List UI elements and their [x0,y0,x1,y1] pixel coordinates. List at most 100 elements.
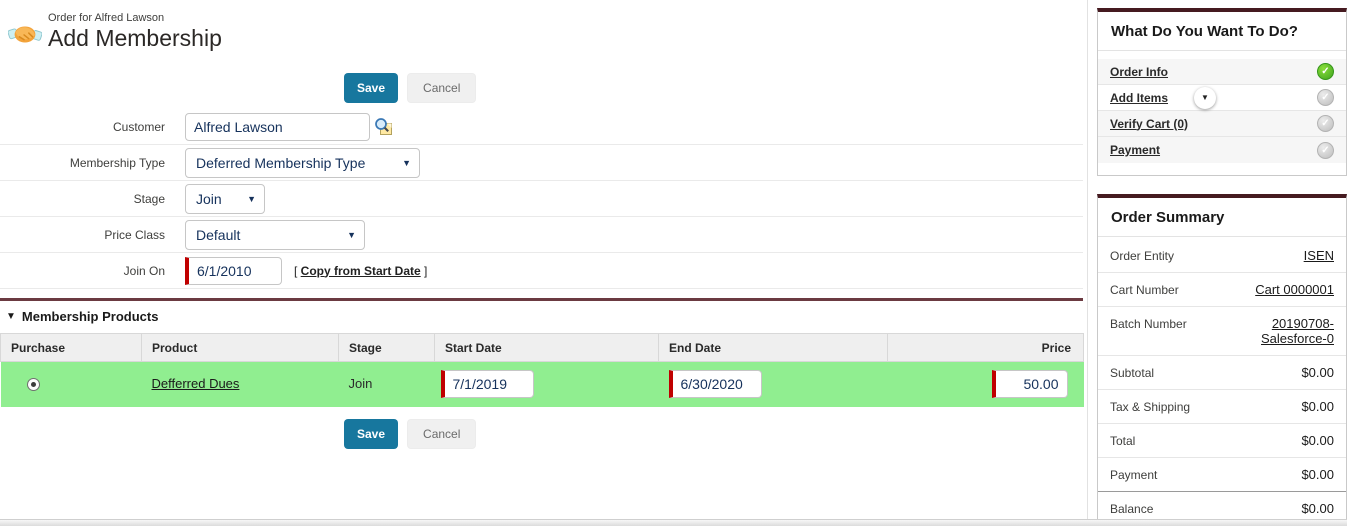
cancel-button[interactable]: Cancel [407,73,476,103]
membership-products-section: ▼ Membership Products Purchase Product S… [0,298,1083,407]
sidebar: What Do You Want To Do? Order Info ✓ Add… [1097,0,1347,526]
sidebar-item-add-items[interactable]: Add Items ▼ ✓ [1098,85,1346,111]
customer-label: Customer [0,120,185,134]
handshake-icon [8,18,42,50]
customer-lookup-button[interactable] [374,117,393,137]
sidebar-item-order-info[interactable]: Order Info ✓ [1098,59,1346,85]
cart-number-link[interactable]: Cart 0000001 [1255,282,1334,297]
add-items-dropdown-toggle[interactable]: ▼ [1194,87,1216,109]
customer-input[interactable] [185,113,370,141]
price-class-value: Default [196,227,240,243]
summary-row-tax-shipping: Tax & Shipping $0.00 [1098,390,1346,424]
stage-label: Stage [0,192,185,206]
order-summary-panel: Order Summary Order Entity ISEN Cart Num… [1097,194,1347,526]
row-label: Cart Number [1110,282,1179,297]
customer-row: Customer [0,109,1083,145]
membership-type-value: Deferred Membership Type [196,155,365,171]
row-label: Balance [1110,501,1153,516]
add-membership-page: Order for Alfred Lawson Add Membership S… [0,0,1347,526]
page-title: Add Membership [48,25,222,52]
check-done-icon: ✓ [1317,63,1334,80]
sidebar-item-verify-cart[interactable]: Verify Cart (0) ✓ [1098,111,1346,137]
summary-row-cart-number: Cart Number Cart 0000001 [1098,273,1346,307]
purchase-radio[interactable] [27,378,40,391]
summary-row-total: Total $0.00 [1098,424,1346,458]
check-pending-icon: ✓ [1317,142,1334,159]
membership-type-row: Membership Type Deferred Membership Type… [0,145,1083,181]
summary-rows: Order Entity ISEN Cart Number Cart 00000… [1098,237,1346,525]
save-button[interactable]: Save [344,73,398,103]
summary-row-order-entity: Order Entity ISEN [1098,239,1346,273]
product-link[interactable]: Defferred Dues [152,376,240,391]
sidebar-item-payment[interactable]: Payment ✓ [1098,137,1346,163]
add-items-link[interactable]: Add Items [1110,91,1168,105]
price-class-select[interactable]: Default ▼ [185,220,365,250]
what-do-you-want-panel: What Do You Want To Do? Order Info ✓ Add… [1097,8,1347,176]
row-label: Subtotal [1110,365,1154,380]
main-content: Order for Alfred Lawson Add Membership S… [0,0,1083,519]
row-value: $0.00 [1301,467,1334,482]
col-start-date: Start Date [435,334,659,362]
price-class-label: Price Class [0,228,185,242]
copy-link-label: Copy from Start Date [301,264,421,278]
toolbar-bottom: Save Cancel [344,419,476,449]
stage-row: Stage Join ▼ [0,181,1083,217]
join-on-row: Join On [ Copy from Start Date ] [0,253,1083,289]
section-header[interactable]: ▼ Membership Products [0,301,1083,333]
col-stage: Stage [339,334,435,362]
row-value: $0.00 [1301,365,1334,380]
payment-link[interactable]: Payment [1110,143,1160,157]
todo-items: Order Info ✓ Add Items ▼ ✓ Verify Cart (… [1098,51,1346,175]
summary-panel-title: Order Summary [1098,198,1346,237]
chevron-down-icon: ▼ [347,230,356,240]
products-table: Purchase Product Stage Start Date End Da… [0,333,1084,407]
chevron-down-icon: ▼ [402,158,411,168]
col-end-date: End Date [659,334,888,362]
bracket-open: [ [294,264,301,278]
join-on-label: Join On [0,264,185,278]
start-date-input[interactable] [441,370,534,398]
content-divider [1087,0,1088,519]
lookup-icon [374,117,393,136]
end-date-input[interactable] [669,370,762,398]
row-value: $0.00 [1301,501,1334,516]
cancel-button[interactable]: Cancel [407,419,476,449]
row-label: Payment [1110,467,1157,482]
table-header-row: Purchase Product Stage Start Date End Da… [1,334,1084,362]
membership-form: Customer Membership Type Deferred Member… [0,109,1083,289]
price-class-row: Price Class Default ▼ [0,217,1083,253]
title-block: Order for Alfred Lawson Add Membership [48,12,222,52]
col-price: Price [888,334,1084,362]
price-input[interactable] [992,370,1068,398]
save-button[interactable]: Save [344,419,398,449]
check-pending-icon: ✓ [1317,89,1334,106]
stage-select[interactable]: Join ▼ [185,184,265,214]
membership-type-label: Membership Type [0,156,185,170]
todo-panel-title: What Do You Want To Do? [1098,12,1346,51]
join-on-input[interactable] [185,257,282,285]
bracket-close: ] [421,264,428,278]
col-product: Product [142,334,339,362]
chevron-down-icon: ▼ [1201,93,1209,102]
page-header: Order for Alfred Lawson Add Membership [8,12,222,52]
check-pending-icon: ✓ [1317,115,1334,132]
section-title: Membership Products [22,309,159,324]
summary-row-subtotal: Subtotal $0.00 [1098,356,1346,390]
chevron-down-icon: ▼ [247,194,256,204]
batch-number-link[interactable]: 20190708-Salesforce-0 [1216,316,1334,346]
verify-cart-link[interactable]: Verify Cart (0) [1110,117,1188,131]
order-context: Order for Alfred Lawson [48,12,222,24]
product-row: Defferred Dues Join [1,362,1084,407]
row-stage: Join [339,376,373,391]
order-entity-link[interactable]: ISEN [1304,248,1334,263]
order-info-link[interactable]: Order Info [1110,65,1168,79]
membership-type-select[interactable]: Deferred Membership Type ▼ [185,148,420,178]
horizontal-scrollbar[interactable] [0,519,1347,526]
toolbar-top: Save Cancel [344,73,476,103]
row-value: $0.00 [1301,399,1334,414]
copy-from-start-date-link[interactable]: [ Copy from Start Date ] [294,264,427,278]
collapse-triangle-icon: ▼ [6,311,16,322]
row-label: Tax & Shipping [1110,399,1190,414]
row-label: Batch Number [1110,316,1187,331]
stage-value: Join [196,191,222,207]
